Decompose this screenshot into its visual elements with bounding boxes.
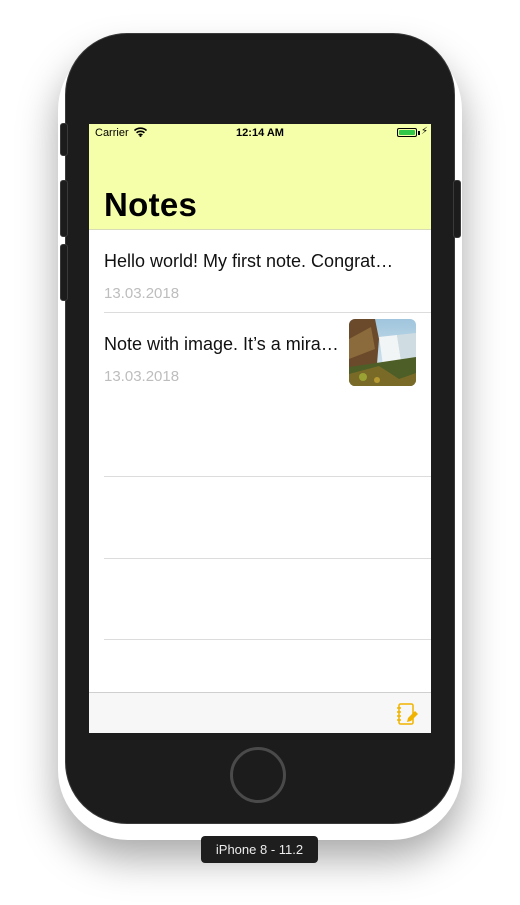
status-time: 12:14 AM: [236, 127, 284, 139]
note-image-thumbnail: [349, 319, 416, 386]
volume-down-button: [60, 244, 68, 301]
page-title: Notes: [104, 186, 198, 223]
note-title: Hello world! My first note. Congrat…: [104, 251, 394, 271]
note-date: 13.03.2018: [104, 368, 180, 385]
note-row[interactable]: Hello world! My first note. Congrat… 13.…: [89, 230, 431, 312]
home-button[interactable]: [230, 747, 286, 803]
row-separator: [104, 639, 431, 640]
volume-up-button: [60, 180, 68, 237]
battery-tip: [418, 131, 420, 135]
battery-icon: [397, 128, 417, 137]
status-bar: Carrier 12:14 AM ⚡: [89, 124, 431, 144]
compose-note-icon[interactable]: [395, 702, 419, 726]
note-date: 13.03.2018: [104, 285, 180, 302]
note-title: Note with image. It’s a mira…: [104, 334, 339, 354]
simulator-device-label: iPhone 8 - 11.2: [201, 836, 318, 863]
row-separator: [104, 476, 431, 477]
row-separator: [104, 558, 431, 559]
navigation-bar: Carrier 12:14 AM ⚡ Notes: [89, 124, 431, 230]
charging-icon: ⚡: [420, 126, 428, 137]
app-screen: Carrier 12:14 AM ⚡ Notes Hello world! My…: [89, 124, 431, 733]
power-button: [453, 180, 461, 238]
mute-switch: [60, 123, 68, 156]
bottom-toolbar: [89, 692, 431, 733]
